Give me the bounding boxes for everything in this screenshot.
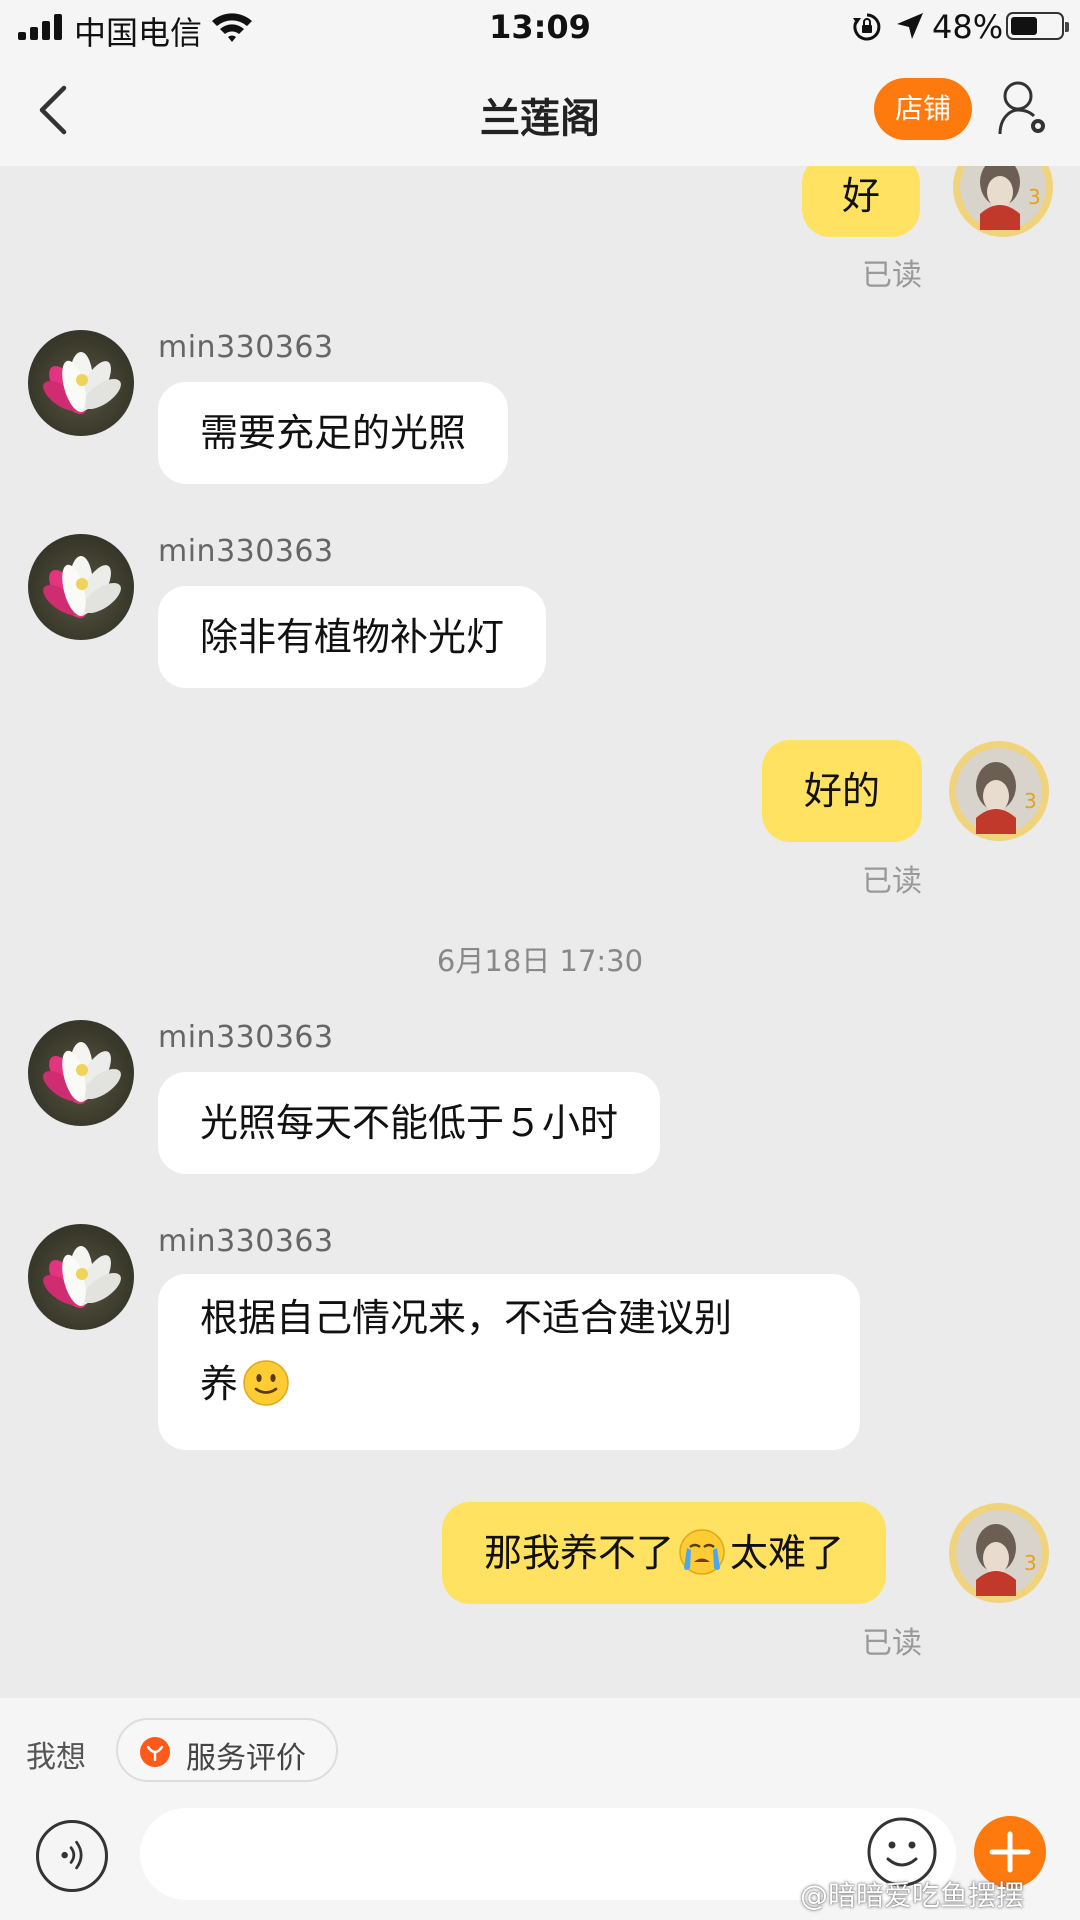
quick-actions-bar: 我想 服务评价 [0,1698,1080,1808]
lotus-avatar-image [43,556,121,618]
message-bubble-incoming: 光照每天不能低于５小时 [158,1072,661,1174]
read-status: 已读 [862,864,922,899]
svg-text:3: 3 [1024,1551,1037,1575]
read-status: 已读 [862,1626,922,1661]
lotus-avatar-image [43,1042,121,1104]
message-line: 根据自己情况来，不适合建议别 [200,1296,733,1340]
message-line: 养 [200,1351,818,1417]
message-bubble-incoming: 根据自己情况来，不适合建议别 养 [158,1274,860,1450]
seller-avatar [28,534,134,640]
profile-settings-icon[interactable] [996,78,1050,138]
battery-icon [1006,12,1069,40]
location-icon [897,13,923,39]
self-avatar: 3 [949,1503,1049,1603]
watermark: @暗暗爱吃鱼摆摆 [800,1879,1025,1912]
sender-name: min330363 [158,1020,334,1055]
sender-name: min330363 [158,534,334,569]
orientation-lock-icon [853,13,881,41]
message-bubble-outgoing: 那我养不了 太难了 [442,1502,887,1604]
lotus-avatar-image [43,1246,121,1308]
nav-bar: 兰莲阁 店铺 [0,56,1080,166]
battery-percentage: 48% [932,8,1004,46]
message-bubble-outgoing: 好的 [762,740,923,842]
quick-actions-prefix: 我想 [26,1740,86,1775]
top-bar: 中国电信 13:09 48% 兰莲阁 店铺 [0,0,1080,166]
self-avatar: 3 [949,741,1049,841]
rating-icon [140,1737,170,1767]
shop-button[interactable]: 店铺 [874,78,972,140]
message-text: 那我养不了 [484,1531,675,1575]
seller-avatar [28,1020,134,1126]
timestamp: 6月18日 17:30 [436,944,644,978]
voice-icon[interactable] [36,1820,108,1892]
seller-avatar [28,330,134,436]
message-text: 养 [200,1362,239,1406]
sender-name: min330363 [158,1224,334,1259]
lotus-avatar-image [43,352,121,414]
read-status: 已读 [862,258,922,293]
service-rating-button[interactable]: 服务评价 [116,1718,338,1782]
smile-emoji [243,1359,289,1406]
crying-emoji [679,1528,725,1575]
status-bar: 中国电信 13:09 48% [0,0,1080,56]
seller-avatar [28,1224,134,1330]
sender-name: min330363 [158,330,334,365]
message-text: 太难了 [730,1531,845,1575]
svg-text:3: 3 [1024,789,1037,813]
message-bubble-outgoing: 好 [802,155,921,237]
service-rating-label: 服务评价 [186,1741,306,1776]
message-bubble-incoming: 需要充足的光照 [158,382,509,484]
svg-text:3: 3 [1028,185,1041,209]
message-bubble-incoming: 除非有植物补光灯 [158,586,547,688]
